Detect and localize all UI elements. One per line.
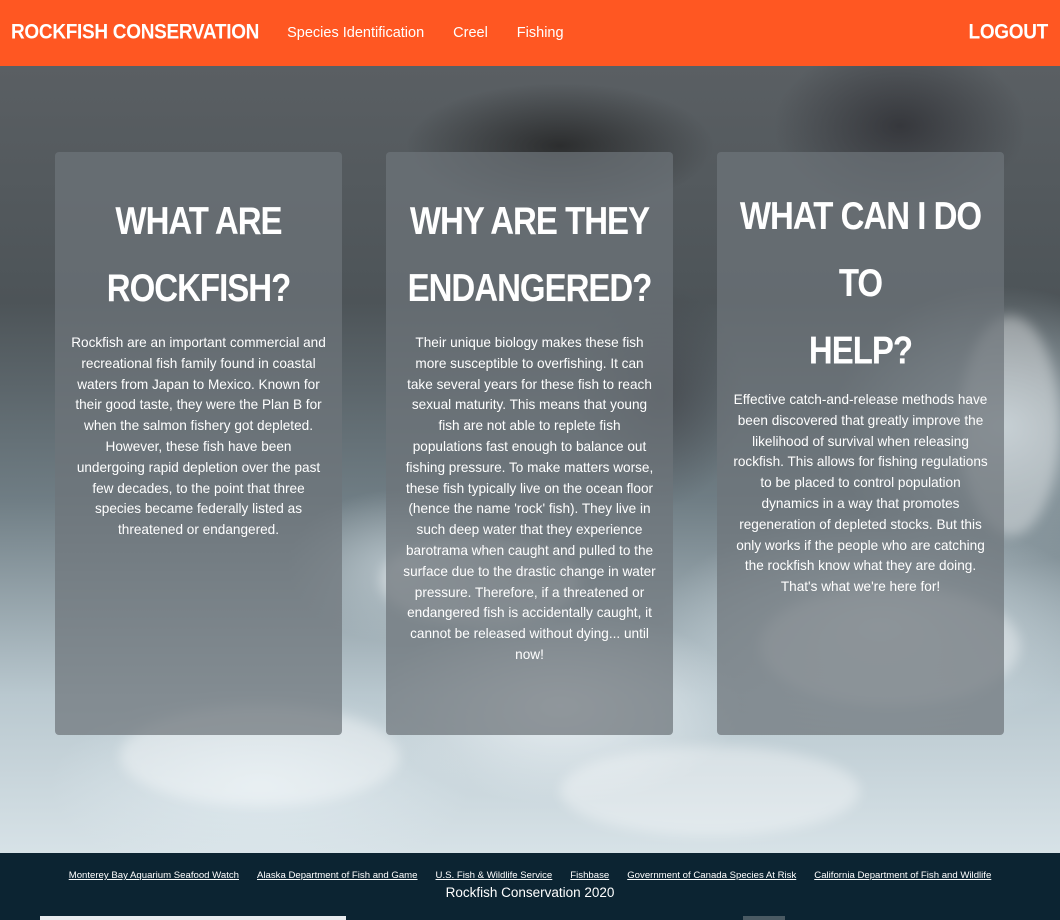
scroll-indicator — [743, 916, 785, 920]
footer-links: Monterey Bay Aquarium Seafood Watch Alas… — [0, 853, 1060, 881]
card-body-text: Rockfish are an important commercial and… — [71, 335, 326, 538]
card-title: WHAT ARE ROCKFISH? — [106, 198, 291, 310]
card-body-text: Their unique biology makes these fish mo… — [403, 335, 656, 662]
copyright-text: Rockfish Conservation 2020 — [445, 885, 615, 900]
nav-link-species-identification[interactable]: Species Identification — [287, 25, 424, 41]
card-title: WHAT CAN I DO TO HELP? — [739, 193, 982, 372]
footer: Monterey Bay Aquarium Seafood Watch Alas… — [0, 853, 1060, 920]
top-navbar: ROCKFISH CONSERVATION Species Identifica… — [0, 0, 1060, 66]
footer-link-alaska-fish-game[interactable]: Alaska Department of Fish and Game — [257, 870, 418, 881]
footer-link-canada-species-at-risk[interactable]: Government of Canada Species At Risk — [627, 870, 796, 881]
card-title: WHY ARE THEY ENDANGERED? — [407, 198, 653, 310]
footer-link-fishbase[interactable]: Fishbase — [570, 870, 609, 881]
horizontal-scrollbar[interactable] — [40, 916, 346, 920]
nav-link-fishing[interactable]: Fishing — [517, 25, 564, 41]
footer-link-seafood-watch[interactable]: Monterey Bay Aquarium Seafood Watch — [69, 870, 239, 881]
footer-link-us-fish-wildlife[interactable]: U.S. Fish & Wildlife Service — [436, 870, 553, 881]
nav-link-creel[interactable]: Creel — [453, 25, 488, 41]
card-why-endangered: WHY ARE THEY ENDANGERED? Their unique bi… — [386, 152, 673, 735]
card-how-to-help: WHAT CAN I DO TO HELP? Effective catch-a… — [717, 152, 1004, 735]
card-body-text: Effective catch-and-release methods have… — [733, 392, 988, 595]
footer-link-california-fish-wildlife[interactable]: California Department of Fish and Wildli… — [814, 870, 991, 881]
brand-logo[interactable]: ROCKFISH CONSERVATION — [11, 21, 259, 46]
logout-button[interactable]: LOGOUT — [969, 21, 1049, 46]
card-what-are-rockfish: WHAT ARE ROCKFISH? Rockfish are an impor… — [55, 152, 342, 735]
nav-links: Species Identification Creel Fishing — [287, 25, 592, 41]
